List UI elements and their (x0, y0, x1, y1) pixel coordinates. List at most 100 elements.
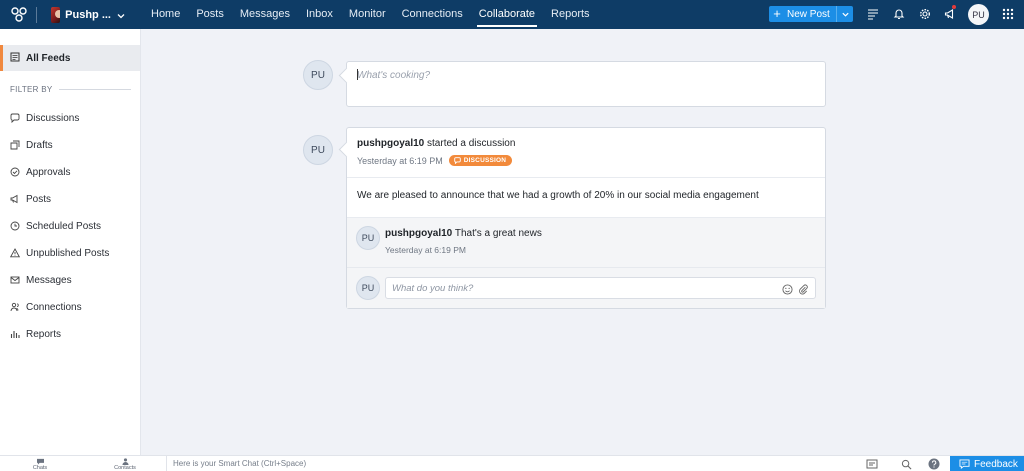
feedback-label: Feedback (974, 458, 1018, 470)
search-icon[interactable] (900, 458, 912, 470)
text-caret (357, 69, 358, 80)
comment: pushpgoyal10 That's a great news (385, 228, 542, 239)
chevron-down-icon (841, 12, 849, 17)
post-action-text: started a discussion (427, 138, 516, 149)
reply-avatar: PU (356, 276, 380, 300)
nav-monitor[interactable]: Monitor (341, 0, 394, 29)
nav-home[interactable]: Home (143, 0, 188, 29)
sidebar-item-label: Unpublished Posts (26, 247, 110, 259)
envelope-icon (10, 275, 20, 285)
sidebar-item-unpublished-posts[interactable]: Unpublished Posts (10, 246, 109, 260)
sidebar-item-approvals[interactable]: Approvals (10, 165, 70, 179)
chats-label: Chats (32, 464, 48, 471)
grid-icon[interactable] (1001, 7, 1015, 21)
sidebar-item-discussions[interactable]: Discussions (10, 111, 79, 125)
help-icon[interactable] (928, 458, 940, 470)
board-icon[interactable] (866, 458, 878, 470)
post-body: We are pleased to announce that we had a… (357, 190, 759, 201)
sidebar-item-label: Approvals (26, 166, 71, 178)
people-icon (10, 302, 20, 312)
chevron-down-icon (116, 10, 126, 20)
comment-author-name[interactable]: pushpgoyal10 (385, 228, 452, 239)
brand-switcher[interactable]: Pushp ... (47, 5, 130, 25)
feedback-button[interactable]: Feedback (950, 456, 1024, 471)
app-logo-icon[interactable] (10, 6, 28, 24)
brand-name: Pushp ... (65, 8, 111, 21)
nav-inbox[interactable]: Inbox (298, 0, 341, 29)
compose-box[interactable] (346, 61, 826, 107)
sidebar-item-label: Posts (26, 193, 52, 205)
filter-by-heading: FILTER BY (10, 85, 131, 94)
bottombar-divider (166, 456, 167, 471)
sidebar-item-scheduled-posts[interactable]: Scheduled Posts (10, 219, 101, 233)
reply-input[interactable] (392, 283, 772, 294)
comment-text: That's a great news (454, 228, 542, 239)
nav-posts[interactable]: Posts (188, 0, 232, 29)
topbar-divider (36, 6, 37, 23)
sidebar-item-connections[interactable]: Connections (10, 300, 82, 314)
nav-messages[interactable]: Messages (232, 0, 298, 29)
gear-icon[interactable] (918, 7, 932, 21)
top-bar: Pushp ... Home Posts Messages Inbox Moni… (0, 0, 1024, 29)
post-author-avatar[interactable]: PU (303, 135, 333, 165)
nav-reports[interactable]: Reports (543, 0, 598, 29)
chats-tab[interactable]: Chats (20, 457, 60, 471)
new-post-dropdown[interactable] (836, 6, 853, 22)
warning-icon (10, 248, 20, 258)
bell-icon[interactable] (892, 7, 906, 21)
sidebar-item-label: All Feeds (26, 52, 71, 64)
drafts-icon (10, 140, 20, 150)
comments-section: PU pushpgoyal10 That's a great news Yest… (347, 217, 825, 308)
sidebar-item-label: Connections (26, 301, 82, 313)
bar-chart-icon (10, 329, 20, 339)
smart-chat-input[interactable]: Here is your Smart Chat (Ctrl+Space) (173, 459, 306, 468)
feedback-icon (959, 459, 970, 469)
new-post-button[interactable]: + New Post (769, 6, 853, 22)
chat-bubble-icon (453, 157, 461, 164)
comment-divider (347, 267, 825, 268)
sidebar-item-posts[interactable]: Posts (10, 192, 51, 206)
new-post-label: New Post (787, 8, 830, 20)
post-author-name[interactable]: pushpgoyal10 (357, 138, 424, 149)
reply-box[interactable] (385, 277, 816, 299)
sidebar-item-label: Discussions (26, 112, 80, 124)
brand-avatar (51, 6, 61, 23)
contacts-tab[interactable]: Contacts (105, 457, 145, 471)
sidebar-item-label: Messages (26, 274, 72, 286)
nav-collaborate[interactable]: Collaborate (471, 0, 543, 29)
compose-input[interactable] (357, 70, 777, 81)
sidebar: All Feeds FILTER BY Discussions Drafts A… (0, 29, 141, 455)
sidebar-item-reports[interactable]: Reports (10, 327, 61, 341)
compose-avatar: PU (303, 60, 333, 90)
feed-icon (10, 52, 20, 65)
discussion-badge: DISCUSSION (448, 155, 513, 166)
sidebar-item-label: Reports (26, 328, 62, 340)
nav-connections[interactable]: Connections (394, 0, 471, 29)
comment-author-avatar[interactable]: PU (356, 226, 380, 250)
main-nav: Home Posts Messages Inbox Monitor Connec… (143, 0, 598, 29)
sidebar-item-drafts[interactable]: Drafts (10, 138, 53, 152)
attachment-icon[interactable] (797, 283, 809, 295)
sidebar-item-label: Scheduled Posts (26, 220, 102, 232)
megaphone-icon (10, 194, 20, 204)
user-avatar[interactable]: PU (968, 4, 989, 25)
emoji-icon[interactable] (781, 283, 793, 295)
megaphone-icon[interactable] (943, 7, 957, 21)
post-divider (347, 177, 825, 178)
contact-icon (121, 457, 129, 465)
sidebar-item-messages[interactable]: Messages (10, 273, 72, 287)
contacts-label: Contacts (114, 464, 136, 471)
sidebar-item-all-feeds[interactable]: All Feeds (0, 45, 140, 71)
list-icon[interactable] (866, 7, 880, 21)
plus-icon: + (773, 6, 781, 21)
bottom-bar: Chats Contacts Here is your Smart Chat (… (0, 455, 1024, 471)
post-meta: Yesterday at 6:19 PM DISCUSSION (357, 155, 513, 166)
notification-dot (952, 5, 956, 9)
comment-timestamp: Yesterday at 6:19 PM (385, 245, 466, 255)
post-header: pushpgoyal10 started a discussion (357, 138, 515, 149)
chat-bubble-icon (36, 458, 44, 465)
check-circle-icon (10, 167, 20, 177)
chat-bubble-icon (10, 113, 20, 123)
clock-icon (10, 221, 20, 231)
discussion-post: pushpgoyal10 started a discussion Yester… (346, 127, 826, 309)
